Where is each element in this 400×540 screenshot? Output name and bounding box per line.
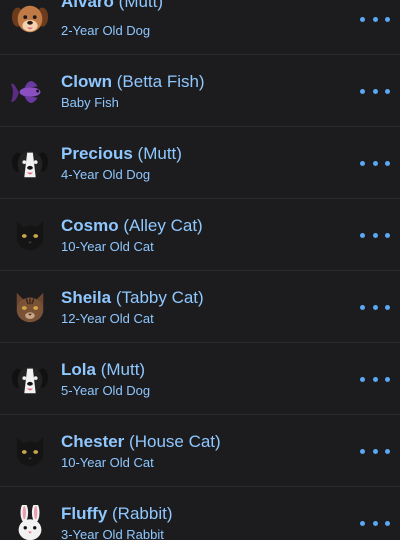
black-white-dog-icon (11, 361, 49, 399)
pet-name: Fluffy (61, 504, 108, 523)
pet-row-sheila[interactable]: Sheila (Tabby Cat) 12-Year Old Cat (0, 271, 400, 343)
pet-title: Precious (Mutt) (61, 144, 182, 164)
brown-dog-icon (11, 0, 49, 38)
black-cat-icon (11, 217, 49, 255)
pet-title: Sheila (Tabby Cat) (61, 288, 204, 308)
pet-title: Alvaro (Mutt) (61, 0, 163, 12)
pet-age: 10-Year Old Cat (61, 239, 154, 254)
more-options-icon[interactable] (360, 299, 390, 315)
pet-breed: (Rabbit) (112, 504, 173, 523)
pet-row-precious[interactable]: Precious (Mutt) 4-Year Old Dog (0, 127, 400, 199)
black-cat-icon (11, 433, 49, 471)
pet-name: Sheila (61, 288, 112, 307)
rabbit-icon (11, 505, 49, 540)
black-white-dog-icon (11, 145, 49, 183)
pet-age: 5-Year Old Dog (61, 383, 151, 398)
pet-age: 12-Year Old Cat (61, 311, 154, 326)
pet-list: Alvaro (Mutt) 2-Year Old Dog Clown (Bett… (0, 0, 400, 540)
more-options-icon[interactable] (360, 371, 390, 387)
pet-name: Chester (61, 432, 125, 451)
pet-row-chester[interactable]: Chester (House Cat) 10-Year Old Cat (0, 415, 400, 487)
pet-breed: (Betta Fish) (116, 72, 205, 91)
pet-age: Baby Fish (61, 95, 119, 110)
pet-age: 3-Year Old Rabbit (61, 527, 164, 540)
pet-name: Precious (61, 144, 133, 163)
pet-breed: (Mutt) (118, 0, 164, 11)
pet-breed: (Mutt) (100, 360, 146, 379)
pet-title: Fluffy (Rabbit) (61, 504, 172, 524)
pet-title: Lola (Mutt) (61, 360, 145, 380)
pet-age: 10-Year Old Cat (61, 455, 154, 470)
more-options-icon[interactable] (360, 83, 390, 99)
more-options-icon[interactable] (360, 227, 390, 243)
pet-row-alvaro[interactable]: Alvaro (Mutt) 2-Year Old Dog (0, 0, 400, 55)
tabby-cat-icon (11, 289, 49, 327)
pet-breed: (Tabby Cat) (115, 288, 204, 307)
pet-breed: (Alley Cat) (123, 216, 203, 235)
more-options-icon[interactable] (360, 515, 390, 531)
pet-name: Lola (61, 360, 96, 379)
pet-name: Clown (61, 72, 112, 91)
pet-breed: (House Cat) (129, 432, 221, 451)
more-options-icon[interactable] (360, 155, 390, 171)
fish-icon (11, 73, 49, 111)
pet-row-cosmo[interactable]: Cosmo (Alley Cat) 10-Year Old Cat (0, 199, 400, 271)
pet-title: Clown (Betta Fish) (61, 72, 205, 92)
pet-name: Cosmo (61, 216, 119, 235)
pet-breed: (Mutt) (137, 144, 182, 163)
pet-age: 2-Year Old Dog (61, 23, 151, 38)
more-options-icon[interactable] (360, 443, 390, 459)
pet-row-clown[interactable]: Clown (Betta Fish) Baby Fish (0, 55, 400, 127)
pet-title: Cosmo (Alley Cat) (61, 216, 203, 236)
more-options-icon[interactable] (360, 11, 390, 27)
pet-row-lola[interactable]: Lola (Mutt) 5-Year Old Dog (0, 343, 400, 415)
pet-age: 4-Year Old Dog (61, 167, 151, 182)
pet-name: Alvaro (61, 0, 114, 11)
pet-row-fluffy[interactable]: Fluffy (Rabbit) 3-Year Old Rabbit (0, 487, 400, 540)
pet-title: Chester (House Cat) (61, 432, 221, 452)
